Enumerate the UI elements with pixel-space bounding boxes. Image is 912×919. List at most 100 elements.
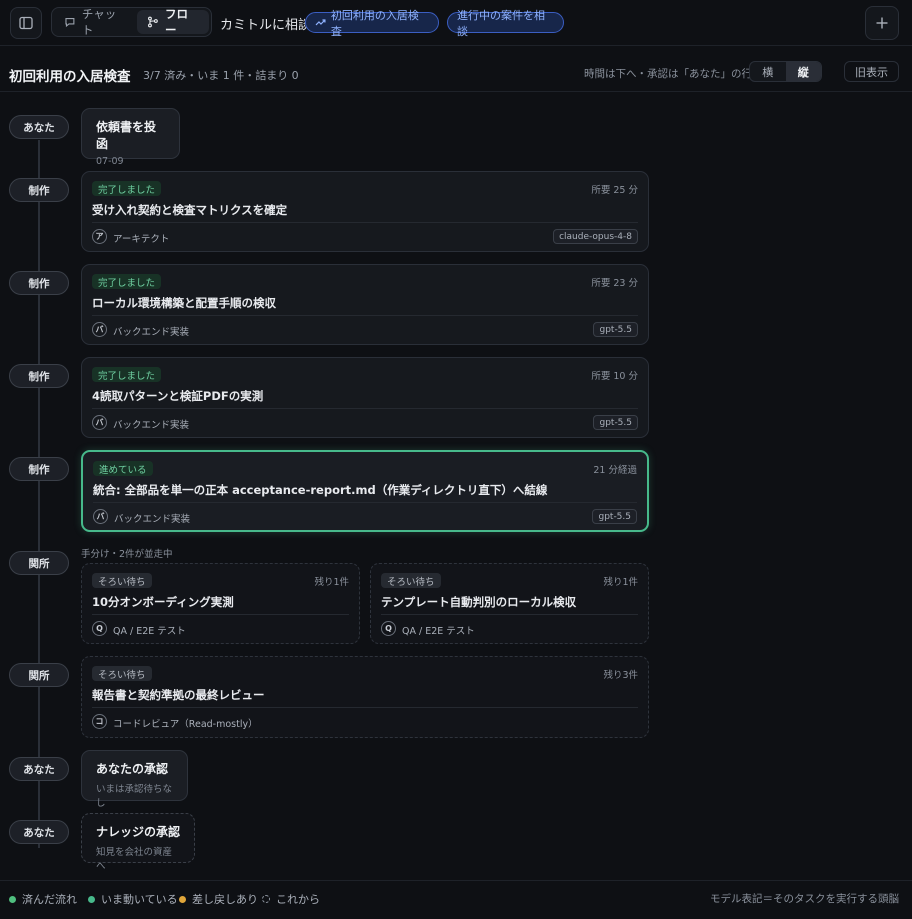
role-label: バックエンド実装 (113, 327, 190, 338)
layout-hint: 時間は下へ・承認は「あなた」の行 (584, 68, 752, 80)
green-dot-icon (9, 895, 16, 903)
task-title: 報告書と契約準拠の最終レビュー (92, 688, 265, 702)
status-badge: 進めている (93, 461, 153, 476)
lane-badge-build: 制作 (9, 178, 69, 202)
plus-icon (876, 17, 888, 29)
task-duration: 所要 23 分 (591, 278, 638, 289)
role-avatar: Q (381, 621, 396, 636)
legend-label: これから (276, 893, 320, 906)
role-label: アーキテクト (113, 234, 170, 245)
pending-task-card[interactable]: そろい待ち 残り3件 報告書と契約準拠の最終レビュー コ コードレビュア（Rea… (81, 656, 649, 738)
amber-dot-icon (179, 895, 186, 903)
model-chip: gpt-5.5 (593, 415, 638, 430)
legacy-view-button[interactable]: 旧表示 (844, 61, 899, 82)
task-card[interactable]: 完了しました 所要 23 分 ローカル環境構築と配置手順の検収 バ バックエンド… (81, 264, 649, 345)
your-approval-node[interactable]: あなたの承認 いまは承認待ちなし (81, 750, 188, 809)
status-badge: そろい待ち (381, 573, 441, 588)
view-mode-switch: チャット フロー (51, 7, 212, 37)
role-avatar: ア (92, 229, 107, 244)
divider (92, 315, 638, 316)
orientation-toggle: 横 縦 (749, 61, 822, 82)
node-title: あなたの承認 (96, 762, 169, 776)
task-title: 10分オンボーディング実測 (92, 595, 234, 609)
legend-item-done: 済んだ流れ (9, 891, 77, 907)
task-title: 統合: 全部品を単一の正本 acceptance-report.md（作業ディレ… (93, 483, 548, 497)
task-duration: 所要 25 分 (591, 185, 638, 196)
progress-summary: 3/7 済み・いま 1 件・詰まり 0 (143, 69, 299, 82)
task-elapsed: 21 分経過 (593, 465, 637, 476)
onboarding-pill-label: 初回利用の入居検査 (330, 8, 419, 38)
role-label: QA / E2E テスト (402, 626, 475, 637)
lane-badge-gate: 関所 (9, 663, 69, 687)
task-title: テンプレート自動判別のローカル検収 (381, 595, 577, 609)
role-avatar: Q (92, 621, 107, 636)
flow-icon (148, 16, 158, 28)
legend-bar: 済んだ流れ いま動いている 差し戻しあり これから モデル表記＝そのタスクを実行… (0, 880, 912, 919)
task-duration: 所要 10 分 (591, 371, 638, 382)
task-card[interactable]: 完了しました 所要 10 分 4読取パターンと検証PDFの実測 バ バックエンド… (81, 357, 649, 438)
sidebar-toggle-icon (19, 16, 33, 30)
tab-chat[interactable]: チャット (54, 7, 137, 37)
role-avatar: バ (92, 322, 107, 337)
divider (92, 408, 638, 409)
divider (92, 614, 349, 615)
divider (92, 707, 638, 708)
role-label: コードレビュア（Read-mostly） (113, 719, 258, 730)
divider (93, 502, 637, 503)
task-title: ローカル環境構築と配置手順の検収 (92, 296, 276, 310)
model-chip: claude-opus-4-8 (553, 229, 638, 244)
status-badge: そろい待ち (92, 573, 152, 588)
parallel-label: 手分け・2件が並走中 (81, 549, 173, 560)
page-title: 初回利用の入居検査 (9, 69, 131, 85)
teal-dot-icon (88, 895, 95, 903)
pending-task-card[interactable]: そろい待ち 残り1件 テンプレート自動判別のローカル検収 Q QA / E2E … (370, 563, 649, 644)
knowledge-approval-node[interactable]: ナレッジの承認 知見を会社の資産へ (81, 813, 195, 872)
flow-header: 初回利用の入居検査 3/7 済み・いま 1 件・詰まり 0 時間は下へ・承認は「… (0, 58, 912, 92)
lane-badge-you: あなた (9, 820, 69, 844)
role-avatar: バ (93, 509, 108, 524)
lane-badge-gate: 関所 (9, 551, 69, 575)
ask-label: カミトルに相談 (220, 18, 312, 33)
status-badge: 完了しました (92, 367, 162, 382)
trend-icon (315, 19, 326, 26)
task-card[interactable]: 完了しました 所要 25 分 受け入れ契約と検査マトリクスを確定 ア アーキテク… (81, 171, 649, 252)
ongoing-pill[interactable]: 進行中の案件を相談 (447, 9, 564, 38)
node-sub: 知見を会社の資産へ (96, 847, 173, 872)
legend-item-upcoming: これから (262, 891, 320, 907)
model-chip: gpt-5.5 (593, 322, 638, 337)
tab-chat-label: チャット (81, 7, 117, 37)
node-date: 07-09 (96, 156, 124, 167)
legend-label: 済んだ流れ (22, 893, 77, 906)
pending-task-card[interactable]: そろい待ち 残り1件 10分オンボーディング実測 Q QA / E2E テスト (81, 563, 360, 644)
sidebar-toggle-button[interactable] (10, 7, 42, 39)
node-title: ナレッジの承認 (96, 825, 181, 839)
add-button[interactable] (865, 6, 899, 40)
lane-badge-you: あなた (9, 115, 69, 139)
status-badge: 完了しました (92, 181, 162, 196)
role-label: バックエンド実装 (114, 514, 191, 525)
role-avatar: バ (92, 415, 107, 430)
submit-request-node[interactable]: 依頼書を投函 07-09 (81, 108, 180, 167)
task-title: 受け入れ契約と検査マトリクスを確定 (92, 203, 288, 217)
task-title: 4読取パターンと検証PDFの実測 (92, 389, 264, 403)
onboarding-pill[interactable]: 初回利用の入居検査 (305, 9, 439, 38)
node-sub: いまは承認待ちなし (96, 784, 173, 809)
timeline-rail (38, 140, 40, 848)
orientation-horizontal[interactable]: 横 (750, 62, 786, 81)
lane-badge-build: 制作 (9, 271, 69, 295)
top-bar: チャット フロー カミトルに相談 初回利用の入居検査 進行中の案件を相談 (0, 0, 912, 46)
role-label: バックエンド実装 (113, 420, 190, 431)
lane-badge-you: あなた (9, 757, 69, 781)
divider (92, 222, 638, 223)
legend-item-running: いま動いている (88, 891, 178, 907)
tab-flow[interactable]: フロー (137, 7, 209, 37)
model-chip: gpt-5.5 (592, 509, 637, 524)
orientation-vertical[interactable]: 縦 (785, 62, 821, 81)
model-note: モデル表記＝そのタスクを実行する頭脳 (710, 893, 899, 905)
divider (381, 614, 638, 615)
status-badge: 完了しました (92, 274, 162, 289)
ongoing-pill-label: 進行中の案件を相談 (457, 8, 545, 38)
task-remaining: 残り1件 (603, 577, 638, 588)
task-remaining: 残り1件 (314, 577, 349, 588)
active-task-card[interactable]: 進めている 21 分経過 統合: 全部品を単一の正本 acceptance-re… (81, 450, 649, 532)
